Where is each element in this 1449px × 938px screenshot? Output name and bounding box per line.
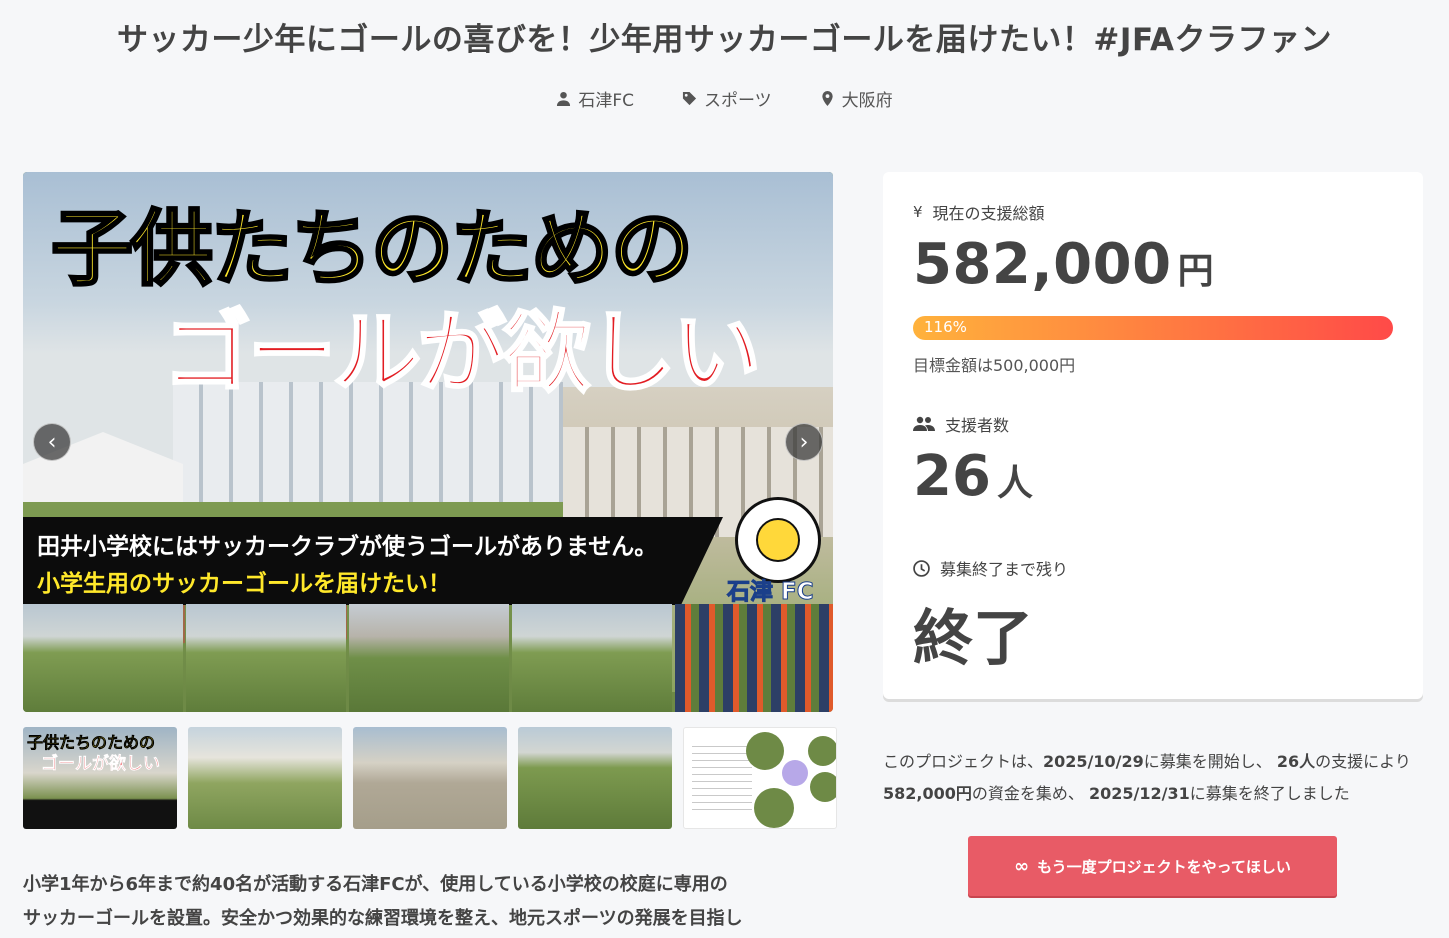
clock-icon: [913, 559, 930, 577]
yen-icon: ¥: [913, 203, 923, 221]
map-pin-icon: [822, 91, 833, 106]
progress-percent: 116%: [924, 318, 967, 336]
owner-name: 石津FC: [578, 91, 634, 111]
total-label: ¥ 現在の支援総額: [913, 203, 1045, 223]
location-name: 大阪府: [841, 91, 893, 111]
club-logo: [735, 497, 821, 583]
location-link[interactable]: 大阪府: [820, 86, 893, 111]
chevron-left-icon: ‹: [47, 429, 57, 455]
backers-count: 26 人: [913, 444, 1033, 509]
user-icon: [557, 91, 571, 106]
category-name: スポーツ: [703, 91, 772, 111]
hero-headline-bottom: ゴールが欲しい: [161, 300, 762, 406]
thumbnail-4[interactable]: [518, 727, 672, 829]
thumbnail-1[interactable]: 子供たちのための ゴールが欲しい: [23, 727, 177, 829]
users-icon: [913, 416, 935, 431]
goal-amount: 目標金額は500,000円: [913, 356, 1076, 375]
thumbnail-2[interactable]: [188, 727, 342, 829]
backers-label: 支援者数: [913, 412, 1009, 436]
carousel-next-button[interactable]: ›: [785, 423, 823, 461]
thumbnail-list: 子供たちのための ゴールが欲しい: [23, 727, 837, 829]
funding-card: ¥ 現在の支援総額 582,000 円 116% 目標金額は500,000円 支援…: [883, 172, 1423, 699]
banner-text-1: 田井小学校にはサッカークラブが使うゴールがありません。: [37, 534, 658, 560]
owner-link[interactable]: 石津FC: [556, 86, 634, 111]
total-amount: 582,000 円: [913, 232, 1215, 297]
project-meta: 石津FC スポーツ 大阪府: [0, 86, 1449, 111]
category-link[interactable]: スポーツ: [682, 86, 772, 111]
project-description: 小学1年から6年まで約40名が活動する石津FCが、使用している小学校の校庭に専用…: [23, 874, 743, 929]
tag-icon: [682, 91, 697, 106]
infinity-icon: ∞: [1014, 855, 1030, 877]
page-title: サッカー少年にゴールの喜びを！少年用サッカーゴールを届けたい！#JFAクラファン: [116, 22, 1333, 58]
banner-text-2: 小学生用のサッカーゴールを届けたい！: [37, 571, 451, 597]
project-summary: このプロジェクトは、2025/10/29に募集を開始し、 26人の支援により 5…: [883, 752, 1411, 803]
thumbnail-3[interactable]: [353, 727, 507, 829]
progress-bar: 116%: [913, 316, 1393, 340]
carousel-prev-button[interactable]: ‹: [33, 423, 71, 461]
remaining-value: 終了: [913, 604, 1033, 674]
remaining-label: 募集終了まで残り: [913, 556, 1068, 580]
club-name: 石津 FC: [727, 579, 815, 606]
thumbnail-5[interactable]: [683, 727, 837, 829]
request-again-button[interactable]: ∞ もう一度プロジェクトをやってほしい: [968, 836, 1337, 896]
main-image: 子供たちのための ゴールが欲しい 田井小学校にはサッカークラブが使うゴールがあり…: [23, 172, 833, 712]
photo-strip: [23, 604, 833, 712]
chevron-right-icon: ›: [799, 429, 809, 455]
